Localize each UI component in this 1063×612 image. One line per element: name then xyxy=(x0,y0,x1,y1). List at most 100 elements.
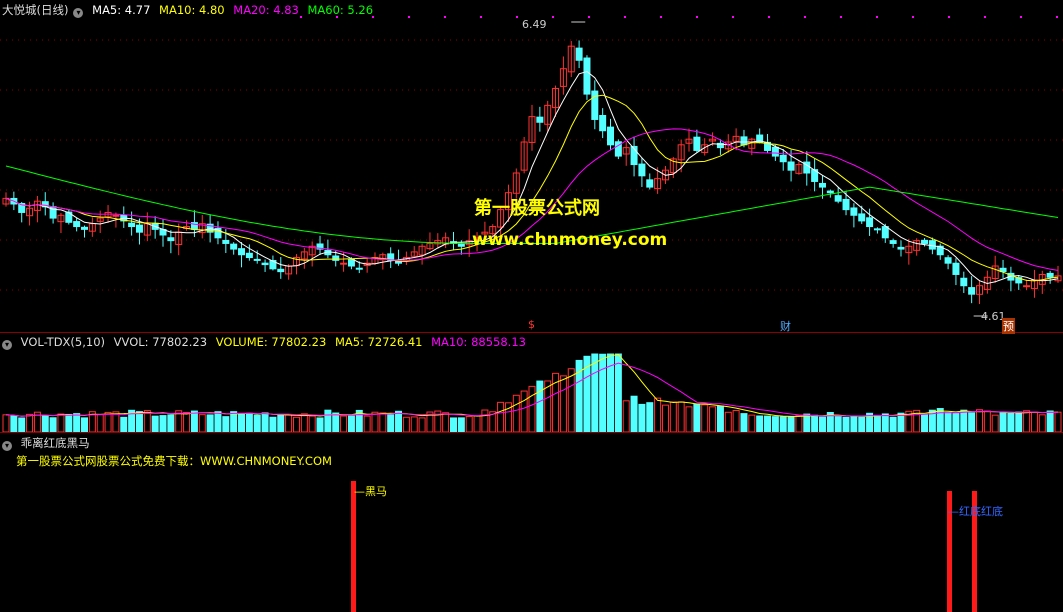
vol-ma5-readout: MA5: 72726.41 xyxy=(334,335,423,349)
top-marker-dot xyxy=(840,16,842,18)
volume-bar xyxy=(347,415,355,433)
candle-body xyxy=(222,239,230,244)
ma5-line xyxy=(5,70,1059,285)
volume-bar xyxy=(316,417,324,433)
volume-bar xyxy=(740,413,748,433)
volume-bar xyxy=(536,380,544,433)
candle-body xyxy=(238,248,246,256)
heima-label: —黑马 xyxy=(354,485,387,498)
volume-readout: VOLUME: 77802.23 xyxy=(215,335,327,349)
volume-bar xyxy=(850,416,858,433)
stock-title[interactable]: 大悦城(日线) xyxy=(2,3,68,17)
volume-bar xyxy=(630,395,638,433)
indicator-panel[interactable]: ▾ 乖离红底黑马 第一股票公式网股票公式免费下载：WWW.CHNMONEY.CO… xyxy=(0,432,1063,612)
settings-circle-icon[interactable]: ▾ xyxy=(2,340,12,350)
volume-bar xyxy=(418,417,426,433)
event-marker-forecast[interactable]: 预 xyxy=(1002,318,1015,334)
event-marker-finance[interactable]: 财 xyxy=(780,318,791,334)
volume-bar xyxy=(716,405,724,433)
candle-body xyxy=(873,228,881,231)
candle-body xyxy=(1046,272,1054,278)
volume-bar xyxy=(921,414,929,433)
volume-bar xyxy=(198,414,206,433)
volume-bar xyxy=(960,409,968,433)
volume-bar xyxy=(402,416,410,433)
candle-body xyxy=(128,222,136,228)
event-marker-dollar[interactable]: $ xyxy=(528,318,535,331)
volume-bar xyxy=(795,415,803,433)
candle-body xyxy=(779,154,787,163)
volume-bar xyxy=(818,416,826,433)
top-marker-dot xyxy=(588,16,590,18)
top-marker-dot xyxy=(984,16,986,18)
volume-bar xyxy=(732,409,740,433)
volume-bar xyxy=(1038,414,1046,433)
volume-bar xyxy=(881,413,889,433)
top-marker-dot xyxy=(480,16,482,18)
candle-body xyxy=(740,136,748,146)
candle-body xyxy=(818,182,826,188)
volume-title[interactable]: VOL-TDX(5,10) xyxy=(21,335,105,349)
settings-circle-icon[interactable]: ▾ xyxy=(2,441,12,451)
price-panel[interactable]: 大悦城(日线) ▾ MA5: 4.77 MA10: 4.80 MA20: 4.83… xyxy=(0,0,1063,334)
volume-bar xyxy=(944,412,952,433)
volume-bar xyxy=(410,416,418,433)
volume-bar xyxy=(473,415,481,433)
volume-bar xyxy=(975,409,983,433)
volume-bar xyxy=(803,413,811,433)
volume-bar xyxy=(481,409,489,433)
top-marker-dot xyxy=(948,16,950,18)
vol-ma10-line xyxy=(5,362,1059,417)
volume-bar xyxy=(952,413,960,433)
ma60-readout: MA60: 5.26 xyxy=(307,3,374,17)
volume-bar xyxy=(1054,411,1062,433)
volume-panel[interactable]: ▾ VOL-TDX(5,10) VVOL: 77802.23 VOLUME: 7… xyxy=(0,332,1063,433)
volume-bar xyxy=(559,375,567,433)
volume-bar xyxy=(873,414,881,433)
candle-body xyxy=(340,262,348,265)
candle-body xyxy=(253,258,261,261)
candle-body xyxy=(921,239,929,244)
volume-bar xyxy=(332,412,340,433)
volume-bar xyxy=(238,412,246,433)
watermark-title: 第一股票公式网 xyxy=(474,198,600,219)
candlestick-chart[interactable] xyxy=(0,0,1063,332)
candle-body xyxy=(81,226,89,230)
volume-bar xyxy=(41,414,49,433)
candle-body xyxy=(897,246,905,250)
candle-body xyxy=(167,237,175,242)
candle-body xyxy=(347,259,355,267)
volume-bar xyxy=(18,417,26,433)
indicator-title[interactable]: 乖离红底黑马 xyxy=(21,436,90,450)
volume-bar xyxy=(277,413,285,433)
volume-bar xyxy=(183,411,191,433)
candle-body xyxy=(889,240,897,244)
volume-bar xyxy=(96,414,104,433)
volume-panel-header: ▾ VOL-TDX(5,10) VVOL: 77802.23 VOLUME: 7… xyxy=(2,335,531,350)
candle-body xyxy=(842,198,850,211)
promo-text: 第一股票公式网股票公式免费下载：WWW.CHNMONEY.COM xyxy=(16,454,332,468)
candle-body xyxy=(536,116,544,123)
volume-bar xyxy=(363,415,371,433)
top-marker-dot xyxy=(804,16,806,18)
candle-body xyxy=(638,163,646,177)
top-marker-dot xyxy=(300,16,302,18)
volume-bar xyxy=(779,416,787,433)
volume-bar xyxy=(159,415,167,433)
volume-bar xyxy=(206,414,214,433)
hongdi-label: —红底红底 xyxy=(948,505,1003,518)
volume-bar xyxy=(983,410,991,433)
candle-body xyxy=(881,226,889,239)
volume-bar xyxy=(457,417,465,433)
volume-bar xyxy=(583,355,591,433)
volume-bar xyxy=(991,414,999,433)
volume-bar xyxy=(520,390,528,433)
volume-bar xyxy=(685,406,693,433)
watermark-url: www.chnmoney.com xyxy=(472,230,668,250)
volume-bar xyxy=(379,412,387,433)
volume-bar xyxy=(285,414,293,433)
volume-bar xyxy=(2,414,10,433)
volume-bar xyxy=(65,413,73,433)
volume-bar xyxy=(528,385,536,433)
volume-bar xyxy=(442,412,450,433)
